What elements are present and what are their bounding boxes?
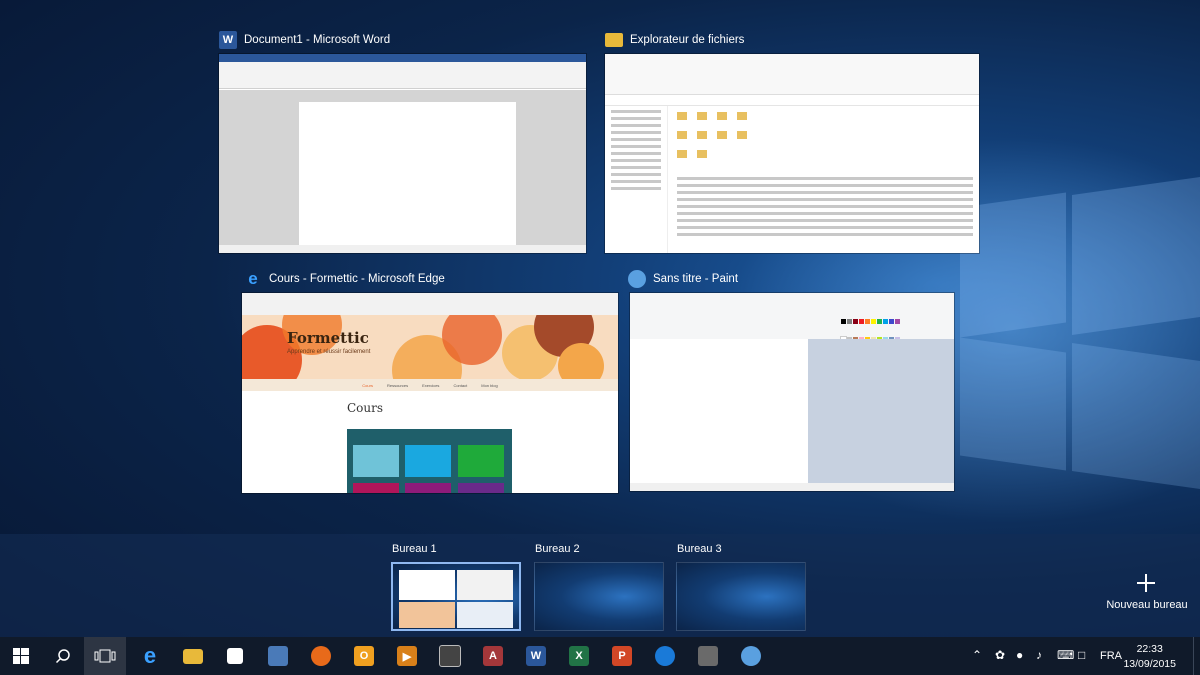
window-thumbnail-explorer[interactable] xyxy=(605,54,979,253)
desktop-label: Bureau 3 xyxy=(677,543,722,555)
ribbon xyxy=(630,293,954,343)
drawing-canvas[interactable] xyxy=(630,339,808,483)
menu-item[interactable]: Exercices xyxy=(422,383,439,388)
language-indicator[interactable]: FRA xyxy=(1100,650,1122,662)
show-desktop-button[interactable] xyxy=(1193,637,1200,675)
window-title-paint[interactable]: Sans titre - Paint xyxy=(628,268,738,290)
folder-icon xyxy=(605,33,623,47)
firefox-icon[interactable] xyxy=(300,637,342,675)
document-page xyxy=(299,102,516,252)
taskbar: e O ▶ A W X P ⌃ ✿ ● ♪ □ ⌨ FRA 22:33 13/0… xyxy=(0,637,1200,675)
calculator-icon[interactable] xyxy=(429,637,471,675)
window-title-text: Explorateur de fichiers xyxy=(630,34,745,46)
keyboard-icon[interactable]: ⌨ xyxy=(1057,648,1074,662)
plus-icon[interactable] xyxy=(1131,568,1161,598)
ribbon xyxy=(219,62,586,89)
window-title-edge[interactable]: e Cours - Formettic - Microsoft Edge xyxy=(244,268,445,290)
window-thumbnail-word[interactable] xyxy=(219,54,586,253)
edge-icon[interactable]: e xyxy=(129,637,171,675)
address-bar xyxy=(605,95,979,106)
bluetooth-icon[interactable]: ✿ xyxy=(995,648,1005,662)
clock-time: 22:33 xyxy=(1136,643,1163,655)
ribbon xyxy=(605,54,979,95)
window-thumbnail-paint[interactable] xyxy=(630,293,954,491)
paint-icon[interactable] xyxy=(730,637,772,675)
clock-date: 13/09/2015 xyxy=(1123,658,1176,670)
window-title-text: Cours - Formettic - Microsoft Edge xyxy=(269,273,445,285)
window-title-explorer[interactable]: Explorateur de fichiers xyxy=(605,29,744,51)
access-icon[interactable]: A xyxy=(472,637,514,675)
canvas-area xyxy=(630,339,954,483)
desktop-label: Bureau 2 xyxy=(535,543,580,555)
clock[interactable]: 22:33 13/09/2015 xyxy=(1123,642,1176,672)
wallpaper-pane xyxy=(1072,177,1200,335)
desktop-label: Bureau 1 xyxy=(392,543,437,555)
action-center-icon[interactable]: □ xyxy=(1078,648,1085,662)
new-desktop-button[interactable]: Nouveau bureau xyxy=(1104,599,1190,611)
menu-item[interactable]: Contact xyxy=(453,383,467,388)
site-title: Formettic xyxy=(287,329,369,347)
media-player-icon[interactable]: ▶ xyxy=(386,637,428,675)
drawing-icon[interactable] xyxy=(687,637,729,675)
powerpoint-icon[interactable]: P xyxy=(601,637,643,675)
file-list xyxy=(671,106,979,253)
volume-icon[interactable]: ♪ xyxy=(1036,648,1042,662)
excel-icon[interactable]: X xyxy=(558,637,600,675)
photos-icon[interactable] xyxy=(257,637,299,675)
site-header: Formettic Apprendre et réussir facilemen… xyxy=(242,315,618,379)
page-heading: Cours xyxy=(347,401,384,415)
task-view-icon[interactable] xyxy=(84,637,126,675)
menu-item[interactable]: Mon blog xyxy=(481,383,497,388)
window-thumbnail-edge[interactable]: Formettic Apprendre et réussir facilemen… xyxy=(242,293,618,493)
navigation-pane xyxy=(605,106,668,253)
site-tagline: Apprendre et réussir facilement xyxy=(287,349,371,355)
start-icon[interactable] xyxy=(0,637,42,675)
outlook-icon[interactable]: O xyxy=(343,637,385,675)
file-explorer-icon[interactable] xyxy=(172,637,214,675)
desktop-thumbnail-1[interactable] xyxy=(391,562,521,631)
wallpaper-pane xyxy=(1072,343,1200,489)
word-icon[interactable]: W xyxy=(515,637,557,675)
edge-icon: e xyxy=(248,269,258,288)
status-bar xyxy=(630,483,954,491)
menu-item[interactable]: Ressources xyxy=(387,383,408,388)
search-icon[interactable] xyxy=(42,637,84,675)
wallpaper-pane xyxy=(960,337,1066,471)
course-tiles xyxy=(347,429,512,493)
word-icon: W xyxy=(219,31,237,49)
window-title-text: Sans titre - Paint xyxy=(653,273,739,285)
window-title-text: Document1 - Microsoft Word xyxy=(244,34,391,46)
wifi-icon[interactable]: ● xyxy=(1016,648,1023,662)
sketch-icon[interactable] xyxy=(644,637,686,675)
document-area xyxy=(219,90,586,252)
status-bar xyxy=(219,245,586,253)
desktop-thumbnail-3[interactable] xyxy=(676,562,806,631)
browser-toolbar xyxy=(242,293,618,316)
site-menu: Cours Ressources Exercices Contact Mon b… xyxy=(242,379,618,391)
paint-icon xyxy=(628,270,646,288)
ribbon-tabs xyxy=(219,54,586,62)
store-icon[interactable] xyxy=(214,637,256,675)
chevron-up-icon[interactable]: ⌃ xyxy=(972,648,982,662)
menu-item[interactable]: Cours xyxy=(362,383,373,388)
window-title-word[interactable]: W Document1 - Microsoft Word xyxy=(219,29,390,51)
desktop-thumbnail-2[interactable] xyxy=(534,562,664,631)
